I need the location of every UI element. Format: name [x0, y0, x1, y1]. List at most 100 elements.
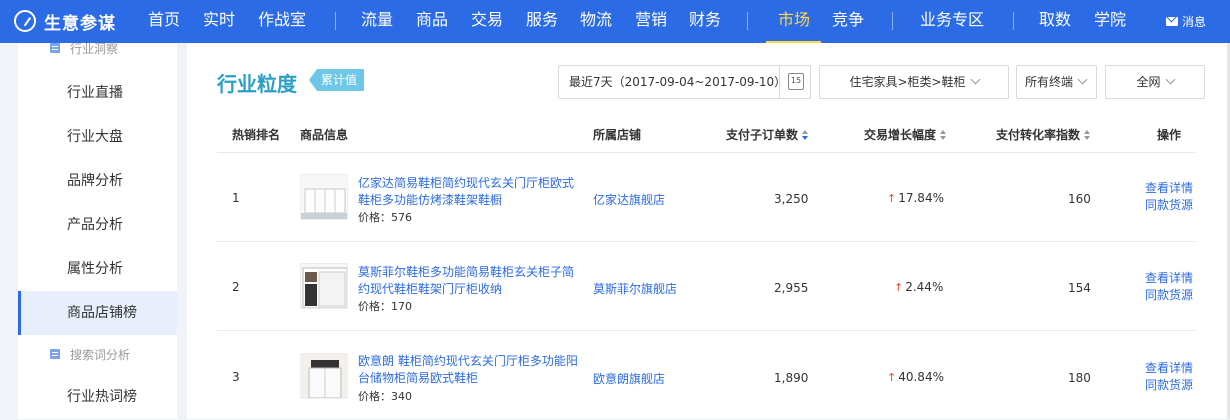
- nav-item-competition[interactable]: 竞争: [832, 0, 864, 43]
- nav-divider: [1013, 12, 1014, 30]
- shop-link[interactable]: 欧意朗旗舰店: [593, 370, 665, 387]
- nav-divider: [892, 12, 893, 30]
- nav-item-data-fetch[interactable]: 取数: [1039, 0, 1071, 43]
- shoe-cabinet-image: [302, 267, 347, 308]
- growth-value: 17.84%: [898, 191, 944, 205]
- nav-item-home[interactable]: 首页: [148, 0, 180, 43]
- rank-cell: 1: [232, 191, 240, 205]
- category-select[interactable]: 住宅家具>柜类>鞋柜: [819, 65, 1009, 99]
- orders-cell: 3,250: [774, 192, 809, 206]
- nav-item-academy[interactable]: 学院: [1094, 0, 1126, 43]
- view-details-link[interactable]: 查看详情: [1145, 270, 1193, 287]
- shoe-cabinet-image: [301, 188, 347, 219]
- arrow-up-icon: ↑: [887, 371, 897, 384]
- chevron-down-icon: [970, 74, 981, 85]
- conversion-cell: 154: [1068, 281, 1091, 295]
- logo[interactable]: 生意参谋: [14, 7, 116, 35]
- column-header-orders[interactable]: 支付子订单数: [726, 126, 809, 143]
- terminal-select[interactable]: 所有终端: [1016, 65, 1097, 99]
- column-header-conversion-label: 支付转化率指数: [996, 128, 1081, 142]
- sidebar-item-industry-hot-words[interactable]: 行业热词榜: [18, 375, 177, 419]
- channel-select-value: 全网: [1136, 75, 1161, 89]
- column-header-orders-label: 支付子订单数: [726, 128, 799, 142]
- view-details-link[interactable]: 查看详情: [1145, 360, 1193, 377]
- category-select-value: 住宅家具>柜类>鞋柜: [849, 75, 966, 89]
- conversion-cell: 180: [1068, 371, 1091, 385]
- shoe-cabinet-image: [301, 354, 347, 398]
- chevron-down-icon: [1165, 74, 1175, 85]
- sidebar-item-industry-overview[interactable]: 行业大盘: [18, 115, 177, 159]
- sidebar-group-label: 搜索词分析: [70, 347, 131, 362]
- table-row: 1 亿家达简易鞋柜简约现代玄关门厅柜欧式鞋柜多功能仿烤漆鞋架鞋橱 价格：576 …: [217, 152, 1195, 242]
- conversion-cell: 160: [1068, 192, 1091, 206]
- cumulative-tag: 累计值: [309, 69, 365, 91]
- column-header-action: 操作: [1157, 128, 1182, 142]
- terminal-select-value: 所有终端: [1025, 75, 1074, 89]
- product-name-link[interactable]: 欧意朗 鞋柜简约现代玄关门厅柜多功能阳台储物柜简易欧式鞋柜: [358, 353, 583, 387]
- shop-link[interactable]: 亿家达旗舰店: [593, 191, 665, 208]
- sidebar-item-industry-live[interactable]: 行业直播: [18, 71, 177, 115]
- nav-item-service[interactable]: 服务: [526, 0, 558, 43]
- sidebar: 行业洞察 行业直播 行业大盘 品牌分析 产品分析 属性分析 商品店铺榜 搜索词分…: [18, 40, 177, 419]
- shop-link[interactable]: 莫斯菲尔旗舰店: [593, 280, 677, 297]
- nav-item-trade[interactable]: 交易: [471, 0, 503, 43]
- column-header-conversion[interactable]: 支付转化率指数: [996, 126, 1091, 143]
- column-header-rank: 热销排名: [232, 128, 281, 142]
- rank-cell: 3: [232, 370, 240, 384]
- nav-item-war-room[interactable]: 作战室: [258, 0, 306, 43]
- sidebar-group-industry-insight: 行业洞察: [18, 40, 177, 56]
- sidebar-item-brand-analysis[interactable]: 品牌分析: [18, 159, 177, 203]
- sidebar-group-search-analysis[interactable]: 搜索词分析: [18, 345, 177, 363]
- product-name-link[interactable]: 莫斯菲尔鞋柜多功能简易鞋柜玄关柜子简约现代鞋柜鞋架门厅柜收纳: [358, 264, 583, 298]
- nav-item-market[interactable]: 市场: [778, 0, 810, 43]
- report-icon: [50, 349, 60, 359]
- same-style-source-link[interactable]: 同款货源: [1145, 377, 1193, 394]
- nav-item-finance[interactable]: 财务: [689, 0, 721, 43]
- action-cell: 查看详情 同款货源: [1145, 360, 1193, 394]
- growth-value: 40.84%: [898, 370, 944, 384]
- picker-divider: [779, 66, 780, 98]
- nav-item-realtime[interactable]: 实时: [203, 0, 235, 43]
- table-row: 3 欧意朗 鞋柜简约现代玄关门厅柜多功能阳台储物柜简易欧式鞋柜 价格：340 欧…: [217, 330, 1195, 420]
- sidebar-item-product-analysis[interactable]: 产品分析: [18, 203, 177, 247]
- sort-icon: [802, 130, 809, 140]
- sidebar-item-attribute-analysis[interactable]: 属性分析: [18, 247, 177, 291]
- arrow-up-icon: ↑: [887, 192, 897, 205]
- messages-button[interactable]: 消息: [1166, 13, 1206, 30]
- nav-item-traffic[interactable]: 流量: [361, 0, 393, 43]
- compass-logo-icon: [14, 10, 36, 32]
- product-price: 价格：340: [358, 390, 412, 403]
- view-details-link[interactable]: 查看详情: [1145, 180, 1193, 197]
- report-icon: [50, 43, 60, 53]
- column-header-product: 商品信息: [300, 128, 349, 142]
- nav-item-marketing[interactable]: 营销: [635, 0, 667, 43]
- product-thumbnail[interactable]: [300, 263, 348, 309]
- sidebar-item-product-shop-ranking[interactable]: 商品店铺榜: [18, 291, 177, 335]
- nav-item-business-zone[interactable]: 业务专区: [920, 0, 984, 43]
- product-name-link[interactable]: 亿家达简易鞋柜简约现代玄关门厅柜欧式鞋柜多功能仿烤漆鞋架鞋橱: [358, 175, 583, 209]
- date-range-text: 最近7天（2017-09-04~2017-09-10）: [569, 75, 787, 89]
- sidebar-group-label: 行业洞察: [70, 41, 119, 56]
- nav-item-logistics[interactable]: 物流: [580, 0, 612, 43]
- chevron-down-icon: [1077, 74, 1088, 85]
- product-thumbnail[interactable]: [300, 174, 348, 220]
- messages-label: 消息: [1182, 15, 1207, 29]
- orders-cell: 1,890: [774, 371, 809, 385]
- same-style-source-link[interactable]: 同款货源: [1145, 287, 1193, 304]
- channel-select[interactable]: 全网: [1105, 65, 1205, 99]
- nav-item-product[interactable]: 商品: [416, 0, 448, 43]
- date-range-picker[interactable]: 最近7天（2017-09-04~2017-09-10） 15: [558, 65, 811, 99]
- column-header-growth-label: 交易增长幅度: [864, 128, 937, 142]
- main-panel: 行业粒度 累计值 最近7天（2017-09-04~2017-09-10） 15 …: [187, 43, 1227, 419]
- page-title: 行业粒度: [217, 72, 297, 96]
- column-header-growth[interactable]: 交易增长幅度: [864, 126, 947, 143]
- same-style-source-link[interactable]: 同款货源: [1145, 197, 1193, 214]
- mail-icon: [1166, 17, 1178, 26]
- nav-divider: [335, 12, 336, 30]
- product-thumbnail[interactable]: [300, 353, 348, 399]
- sort-icon: [1084, 130, 1091, 140]
- top-navigation-bar: 生意参谋 首页 实时 作战室 流量 商品 交易 服务 物流 营销 财务 市场 竞…: [0, 0, 1230, 44]
- rank-cell: 2: [232, 280, 240, 294]
- growth-value: 2.44%: [905, 280, 944, 294]
- calendar-icon[interactable]: 15: [788, 73, 804, 90]
